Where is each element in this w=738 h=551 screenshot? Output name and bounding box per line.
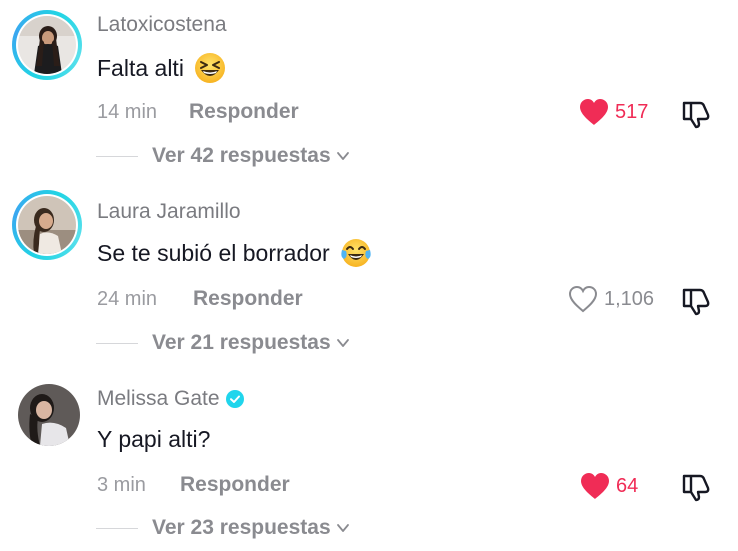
comment-text: Se te subió el borrador [97,237,372,269]
comment-time: 24 min [97,288,158,310]
username-text: Melissa Gate [97,387,220,410]
comment-username[interactable]: Laura Jaramillo [97,200,241,224]
view-replies-label: Ver 23 respuestas [152,516,331,539]
chevron-down-icon [336,339,349,347]
avatar [18,16,76,74]
comment-time: 14 min [97,101,158,123]
face-with-tears-of-joy-icon [341,239,371,267]
comment-text: Y papi alti? [97,426,210,453]
reply-button[interactable]: Responder [189,100,299,124]
comment-item: Laura Jaramillo Se te subió el borrador … [0,187,738,367]
reply-button[interactable]: Responder [180,473,290,497]
username-text: Latoxicostena [97,13,227,36]
replies-divider [96,342,138,344]
avatar-story-ring[interactable] [12,10,82,80]
verified-badge-icon [225,390,244,408]
username-text: Laura Jaramillo [97,200,241,223]
like-count: 64 [616,474,639,497]
comment-text-content: Falta alti [97,54,184,81]
like-button[interactable]: 1,106 [568,285,654,313]
like-button[interactable]: 517 [579,98,648,126]
like-button[interactable]: 64 [580,472,638,500]
comment-username[interactable]: Melissa Gate [97,387,244,411]
avatar-container[interactable] [16,382,82,448]
view-replies-label: Ver 42 respuestas [152,144,331,167]
comment-text-content: Se te subió el borrador [97,239,330,266]
avatar [18,384,80,446]
replies-divider [96,155,138,157]
comment-text: Falta alti [97,52,226,84]
comment-time: 3 min [97,474,146,496]
grinning-squinting-face-icon [194,53,225,83]
dislike-icon[interactable] [680,98,712,130]
like-count: 1,106 [604,287,655,310]
comment-item: Latoxicostena Falta alti 14 min Responde… [0,0,738,185]
view-replies-button[interactable]: Ver 23 respuestas [96,516,351,540]
heart-filled-icon [581,473,609,499]
view-replies-button[interactable]: Ver 21 respuestas [96,331,351,355]
heart-outline-icon [568,285,598,313]
comment-item: Melissa Gate Y papi alti? 3 min Responde… [0,374,738,551]
chevron-down-icon [336,152,349,160]
like-count: 517 [615,100,649,123]
avatar-story-ring[interactable] [12,190,82,260]
dislike-icon[interactable] [680,471,712,503]
comment-text-content: Y papi alti? [97,426,211,452]
view-replies-button[interactable]: Ver 42 respuestas [96,144,351,168]
reply-button[interactable]: Responder [193,287,303,311]
heart-filled-icon [580,99,608,125]
avatar [18,196,76,254]
comment-username[interactable]: Latoxicostena [97,13,227,37]
chevron-down-icon [336,524,349,532]
replies-divider [96,527,138,529]
view-replies-label: Ver 21 respuestas [152,331,331,354]
dislike-icon[interactable] [680,285,712,317]
